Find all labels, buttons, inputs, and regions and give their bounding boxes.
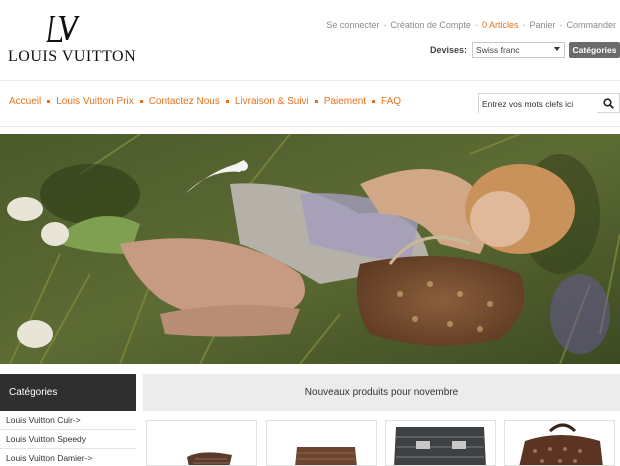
cart-count-link[interactable]: 0 Articles [482,20,519,30]
nav-item-home[interactable]: Accueil [9,96,41,107]
nav-item-faq[interactable]: FAQ [381,96,401,107]
product-card[interactable] [504,420,615,466]
product-card[interactable] [266,420,377,466]
chevron-down-icon [554,47,561,51]
main-nav: Accueil Louis Vuitton Prix Contactez Nou… [9,96,401,107]
product-image [295,447,357,465]
hero-image [0,134,620,364]
lv-monogram-icon [46,16,80,42]
separator: - [474,20,478,30]
product-card[interactable] [146,420,257,466]
nav-item-shipping[interactable]: Livraison & Suivi [235,96,309,107]
currency-value: Swiss franc [476,45,520,55]
nav-bullet [139,100,143,103]
categories-button[interactable]: Catégories [569,42,620,58]
create-account-link[interactable]: Création de Compte [390,20,471,30]
currency-selector: Devises: Swiss franc [430,42,566,58]
hero-banner[interactable] [0,134,620,364]
search-icon[interactable] [603,98,614,109]
product-image [519,423,603,465]
separator: - [559,20,563,30]
search-box [478,93,620,113]
nav-bullet [314,100,318,103]
product-image [394,427,486,465]
product-card[interactable] [385,420,496,466]
separator: - [383,20,387,30]
brand-name: LOUIS VUITTON [8,48,137,65]
categories-sidebar: Catégories Louis Vuitton Cuir-> Louis Vu… [0,374,136,466]
new-products-title: Nouveaux produits pour novembre [143,374,620,411]
sidebar-item-cuir[interactable]: Louis Vuitton Cuir-> [0,411,136,430]
currency-label: Devises: [430,45,468,55]
nav-bullet [47,100,51,103]
search-input[interactable] [479,95,597,113]
sidebar-title: Catégories [0,374,136,411]
nav-item-payment[interactable]: Paiement [324,96,366,107]
nav-bullet [372,100,376,103]
nav-bullet [225,100,229,103]
brand-logo[interactable]: LOUIS VUITTON [8,14,136,66]
nav-divider [0,126,620,127]
checkout-link[interactable]: Commander [566,20,616,30]
product-image [187,452,232,465]
currency-dropdown[interactable]: Swiss franc [472,42,566,58]
separator: - [522,20,526,30]
sidebar-item-speedy[interactable]: Louis Vuitton Speedy [0,430,136,449]
nav-item-contact[interactable]: Contactez Nous [149,96,220,107]
nav-item-prices[interactable]: Louis Vuitton Prix [56,96,133,107]
header-divider [0,80,620,81]
sidebar-item-damier[interactable]: Louis Vuitton Damier-> [0,449,136,466]
cart-link[interactable]: Panier [529,20,555,30]
account-links: Se connecter - Création de Compte - 0 Ar… [326,20,616,30]
login-link[interactable]: Se connecter [326,20,379,30]
